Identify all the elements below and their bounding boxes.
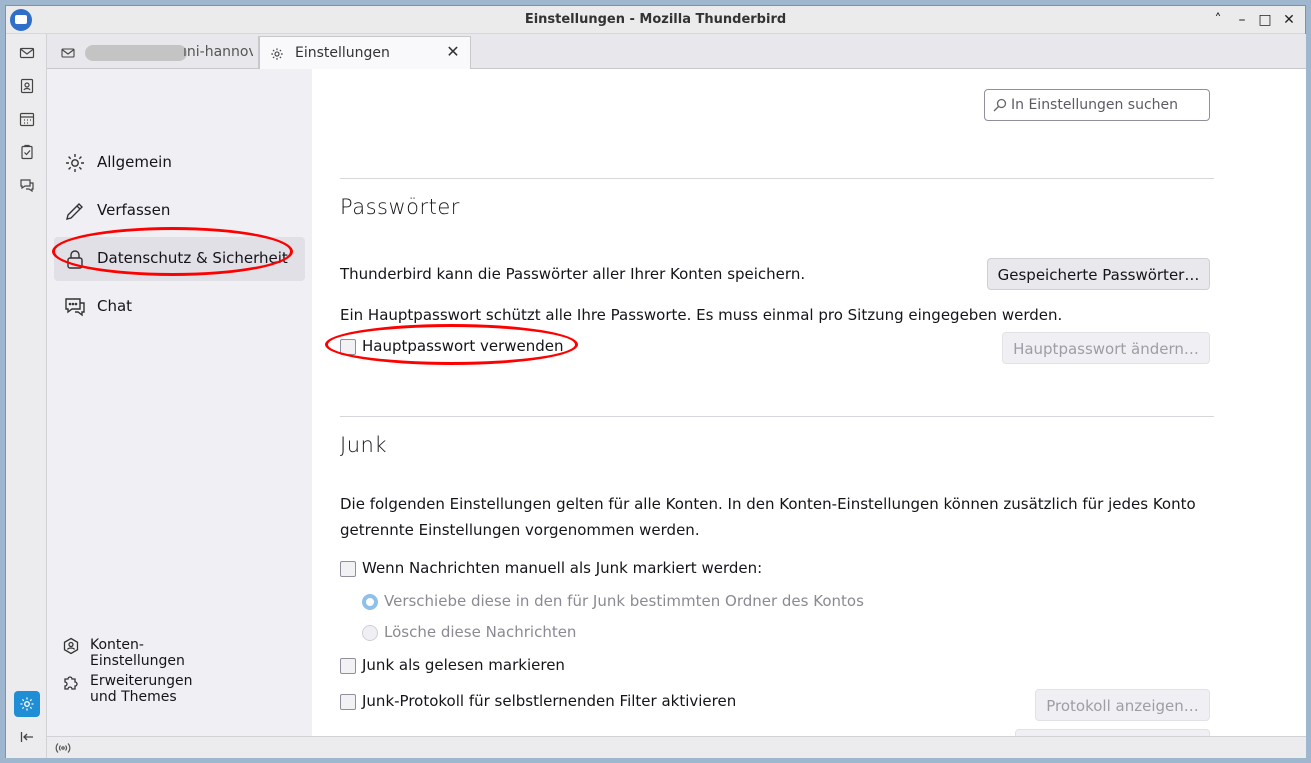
passwords-heading: Passwörter <box>340 195 460 219</box>
address-book-icon <box>20 78 34 94</box>
mail-icon <box>19 47 35 59</box>
title-bar: Einstellungen - Mozilla Thunderbird ˄ – … <box>6 6 1305 34</box>
space-calendar-button[interactable] <box>14 106 40 132</box>
tab-mail-label: ıni-hannov <box>183 44 253 60</box>
thunderbird-window: Einstellungen - Mozilla Thunderbird ˄ – … <box>5 5 1306 758</box>
junk-log-checkbox[interactable] <box>340 694 356 710</box>
junk-log-label: Junk-Protokoll für selbstlernenden Filte… <box>362 692 737 710</box>
space-mail-button[interactable] <box>14 40 40 66</box>
section-divider <box>340 416 1214 417</box>
status-bar <box>47 736 1306 758</box>
mail-folder-icon <box>61 48 75 58</box>
move-junk-label: Verschiebe diese in den für Junk bestimm… <box>384 592 864 610</box>
mark-junk-read-row[interactable]: Junk als gelesen markieren <box>340 655 570 677</box>
mark-junk-read-checkbox[interactable] <box>340 658 356 674</box>
calendar-icon <box>19 112 35 127</box>
delete-junk-label: Lösche diese Nachrichten <box>384 623 577 641</box>
gear-icon <box>20 697 34 711</box>
online-status-icon[interactable] <box>55 741 71 755</box>
category-general[interactable]: Allgemein <box>54 141 305 185</box>
category-chat-label: Chat <box>97 297 133 315</box>
tab-mail[interactable]: ıni-hannov <box>51 36 259 69</box>
manual-mark-checkbox[interactable] <box>340 561 356 577</box>
mark-junk-read-label: Junk als gelesen markieren <box>362 656 565 674</box>
move-junk-radio[interactable] <box>362 594 378 610</box>
maximize-window-button[interactable]: □ <box>1255 10 1275 30</box>
saved-passwords-button[interactable]: Gespeicherte Passwörter… <box>987 258 1210 290</box>
chat-icon <box>65 298 85 317</box>
category-privacy-security-label: Datenschutz & Sicherheit <box>97 249 288 267</box>
shade-window-button[interactable]: ˄ <box>1208 10 1228 30</box>
gear-icon <box>271 48 283 60</box>
gear-icon <box>66 154 84 172</box>
redacted-account-name <box>85 45 187 61</box>
space-tasks-button[interactable] <box>14 139 40 165</box>
space-chat-button[interactable] <box>14 172 40 198</box>
section-divider <box>340 178 1214 179</box>
close-tab-button[interactable]: ✕ <box>444 43 462 61</box>
category-privacy-security[interactable]: Datenschutz & Sicherheit <box>54 237 305 281</box>
space-settings-button[interactable] <box>14 691 40 717</box>
collapse-spaces-button[interactable] <box>14 724 40 750</box>
tasks-icon <box>21 144 33 160</box>
preferences-content: Passwörter Thunderbird kann die Passwört… <box>312 69 1306 736</box>
use-primary-password-label: Hauptpasswort verwenden <box>362 337 564 355</box>
passwords-description: Thunderbird kann die Passwörter aller Ih… <box>340 265 806 283</box>
account-settings-label: Konten-Einstellungen <box>90 637 185 669</box>
junk-description: Die folgenden Einstellungen gelten für a… <box>340 495 1196 539</box>
spaces-toolbar <box>6 34 47 758</box>
lock-icon <box>67 250 83 269</box>
use-primary-password-checkbox[interactable] <box>340 339 356 355</box>
show-junk-log-button[interactable]: Protokoll anzeigen… <box>1035 689 1210 721</box>
account-icon <box>63 637 79 655</box>
delete-junk-radio[interactable] <box>362 625 378 641</box>
primary-password-description: Ein Hauptpasswort schützt alle Ihre Pass… <box>340 306 1063 324</box>
delete-junk-option[interactable]: Lösche diese Nachrichten <box>362 622 582 644</box>
tab-settings[interactable]: Einstellungen ✕ <box>259 36 471 70</box>
move-junk-option[interactable]: Verschiebe diese in den für Junk bestimm… <box>362 591 864 613</box>
use-primary-password-row[interactable]: Hauptpasswort verwenden <box>340 336 580 358</box>
category-compose[interactable]: Verfassen <box>54 189 305 233</box>
junk-heading: Junk <box>340 433 387 457</box>
settings-search[interactable] <box>984 89 1210 121</box>
category-chat[interactable]: Chat <box>54 285 305 329</box>
close-window-button[interactable]: ✕ <box>1279 10 1299 30</box>
preferences-sidebar: Allgemein Verfassen Datenschutz & Sicher… <box>47 69 312 736</box>
pencil-icon <box>66 203 83 220</box>
junk-log-row[interactable]: Junk-Protokoll für selbstlernenden Filte… <box>340 691 740 713</box>
partially-visible-button[interactable] <box>1015 729 1210 736</box>
search-input[interactable] <box>1011 94 1201 116</box>
collapse-left-icon <box>20 732 33 742</box>
manual-mark-row[interactable]: Wenn Nachrichten manuell als Junk markie… <box>340 558 763 580</box>
manual-mark-label: Wenn Nachrichten manuell als Junk markie… <box>362 559 763 577</box>
addons-themes-label: Erweiterungen und Themes <box>90 673 193 705</box>
minimize-window-button[interactable]: – <box>1232 10 1252 30</box>
window-title: Einstellungen - Mozilla Thunderbird <box>524 12 787 27</box>
tab-strip: ıni-hannov Einstellungen ✕ <box>47 34 1306 70</box>
category-compose-label: Verfassen <box>97 201 171 219</box>
puzzle-icon <box>64 676 78 690</box>
space-address-book-button[interactable] <box>14 73 40 99</box>
search-icon <box>993 98 1007 112</box>
tab-settings-label: Einstellungen <box>295 45 390 61</box>
chat-icon <box>20 179 34 193</box>
category-general-label: Allgemein <box>97 153 172 171</box>
change-primary-password-button[interactable]: Hauptpasswort ändern… <box>1002 332 1210 364</box>
